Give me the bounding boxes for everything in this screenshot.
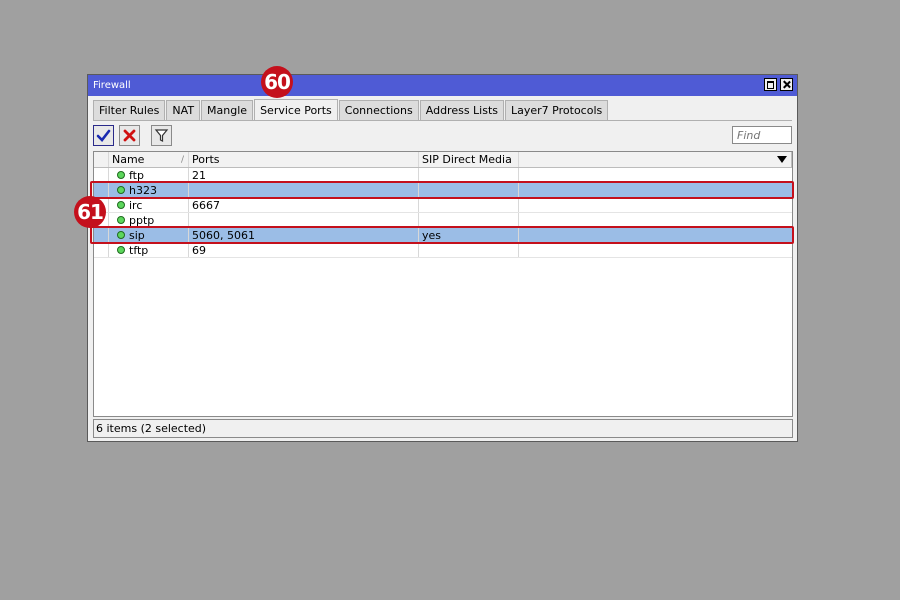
enabled-dot-icon <box>117 216 125 224</box>
row-sip-direct-media <box>419 198 519 212</box>
disable-button[interactable] <box>119 125 140 146</box>
row-ports: 6667 <box>189 198 419 212</box>
column-menu-icon[interactable] <box>777 156 787 163</box>
column-header-ports[interactable]: Ports <box>189 152 419 167</box>
tab-nat[interactable]: NAT <box>166 100 201 120</box>
table-row[interactable]: tftp 69 <box>94 243 792 258</box>
find-input[interactable] <box>732 126 792 144</box>
row-sip-direct-media <box>419 168 519 182</box>
x-icon <box>123 129 136 142</box>
enabled-dot-icon <box>117 246 125 254</box>
tab-divider <box>93 120 792 121</box>
filter-button[interactable] <box>151 125 172 146</box>
firewall-window: Firewall Filter Rules NAT Mangle Service… <box>87 74 798 442</box>
status-bar: 6 items (2 selected) <box>93 419 793 438</box>
row-name: irc <box>129 199 143 212</box>
enabled-dot-icon <box>117 201 125 209</box>
annotation-badge-61: 61 <box>74 196 106 228</box>
tab-mangle[interactable]: Mangle <box>201 100 254 120</box>
row-sip-direct-media <box>419 243 519 257</box>
title-bar[interactable]: Firewall <box>88 75 797 96</box>
column-header-sip-direct-media[interactable]: SIP Direct Media <box>419 152 519 167</box>
tab-filter-rules[interactable]: Filter Rules <box>93 100 166 120</box>
close-icon[interactable] <box>780 78 793 91</box>
tab-connections[interactable]: Connections <box>338 100 419 120</box>
enabled-dot-icon <box>117 171 125 179</box>
sort-icon: / <box>180 155 184 165</box>
table-row[interactable]: irc 6667 <box>94 198 792 213</box>
row-name: tftp <box>129 244 149 257</box>
funnel-icon <box>154 129 169 142</box>
header-gutter <box>94 152 109 167</box>
annotation-badge-60: 60 <box>261 66 293 98</box>
maximize-icon[interactable] <box>764 78 777 91</box>
row-ports: 69 <box>189 243 419 257</box>
column-header-name-label: Name <box>112 153 145 166</box>
row-ports: 21 <box>189 168 419 182</box>
highlight-box-sip <box>90 226 794 244</box>
table-header: Name / Ports SIP Direct Media <box>94 152 792 168</box>
window-title: Firewall <box>93 80 131 91</box>
row-ports <box>189 213 419 227</box>
checkmark-icon <box>96 129 111 142</box>
highlight-box-h323 <box>90 181 794 199</box>
tab-address-lists[interactable]: Address Lists <box>419 100 505 120</box>
column-header-name[interactable]: Name / <box>109 152 189 167</box>
tab-bar: Filter Rules NAT Mangle Service Ports Co… <box>93 99 609 121</box>
row-sip-direct-media <box>419 213 519 227</box>
tab-service-ports[interactable]: Service Ports <box>254 99 338 120</box>
column-header-filler <box>519 152 792 167</box>
enable-button[interactable] <box>93 125 114 146</box>
tab-layer7-protocols[interactable]: Layer7 Protocols <box>505 100 609 120</box>
